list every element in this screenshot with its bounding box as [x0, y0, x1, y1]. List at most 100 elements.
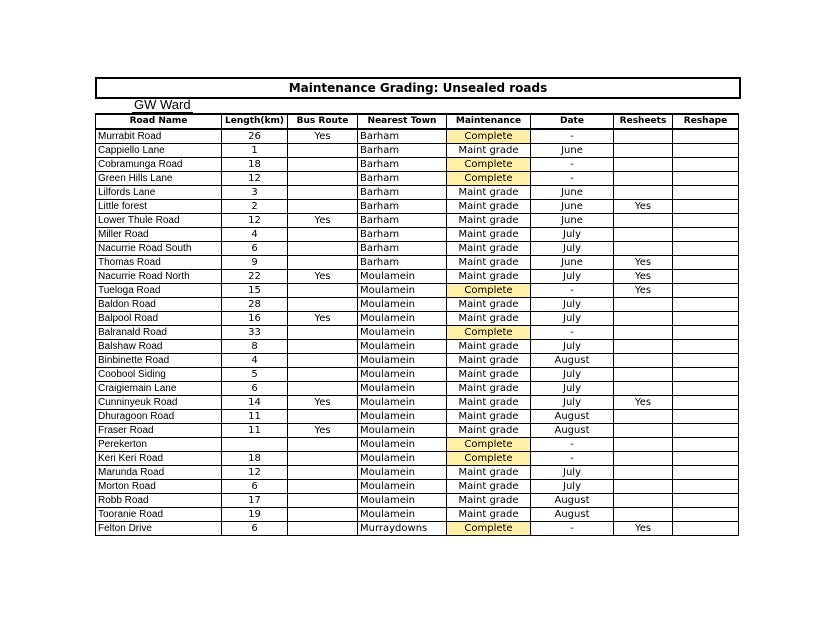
cell-road-name: Murrabit Road [95, 128, 222, 144]
table-body: Murrabit Road 26 Yes Barham Complete - Cappiel… [95, 128, 739, 536]
cell-reshape [672, 311, 739, 326]
cell-nearest-town: Moulamein [357, 423, 447, 438]
cell-nearest-town: Moulamein [357, 367, 447, 382]
cell-maintenance: Maint grade [446, 269, 531, 284]
cell-resheets [613, 213, 673, 228]
cell-reshape [672, 269, 739, 284]
cell-resheets [613, 353, 673, 368]
cell-maintenance: Maint grade [446, 311, 531, 326]
cell-bus-route [287, 353, 358, 368]
cell-bus-route: Yes [287, 128, 358, 144]
cell-nearest-town: Moulamein [357, 451, 447, 466]
cell-maintenance: Maint grade [446, 381, 531, 396]
cell-length: 11 [221, 409, 288, 424]
table-row: Balshaw Road 8 Moulamein Maint grade July [95, 339, 739, 354]
cell-date: July [530, 311, 614, 326]
cell-date: July [530, 241, 614, 256]
cell-maintenance: Complete [446, 451, 531, 466]
cell-length: 8 [221, 339, 288, 354]
cell-date: July [530, 339, 614, 354]
cell-bus-route [287, 521, 358, 536]
cell-road-name: Lilfords Lane [95, 185, 222, 200]
table-row: Craigiemain Lane 6 Moulamein Maint grade Jul… [95, 381, 739, 396]
cell-bus-route [287, 493, 358, 508]
cell-reshape [672, 128, 739, 144]
cell-reshape [672, 241, 739, 256]
cell-resheets: Yes [613, 521, 673, 536]
cell-date: July [530, 465, 614, 480]
cell-road-name: Marunda Road [95, 465, 222, 480]
table-row: Baldon Road 28 Moulamein Maint grade July [95, 297, 739, 312]
cell-maintenance: Complete [446, 128, 531, 144]
cell-nearest-town: Barham [357, 241, 447, 256]
cell-nearest-town: Moulamein [357, 297, 447, 312]
cell-resheets [613, 381, 673, 396]
cell-bus-route [287, 157, 358, 172]
cell-road-name: Cunninyeuk Road [95, 395, 222, 410]
cell-resheets [613, 325, 673, 340]
cell-reshape [672, 283, 739, 298]
cell-length: 12 [221, 171, 288, 186]
table-row: Murrabit Road 26 Yes Barham Complete - [95, 128, 739, 144]
cell-length: 12 [221, 465, 288, 480]
cell-date: June [530, 143, 614, 158]
cell-road-name: Thomas Road [95, 255, 222, 270]
cell-resheets: Yes [613, 199, 673, 214]
table-row: Little forest 2 Barham Maint grade June Yes [95, 199, 739, 214]
cell-length: 26 [221, 128, 288, 144]
sheet-title: Maintenance Grading: Unsealed roads [95, 77, 741, 99]
cell-road-name: Felton Drive [95, 521, 222, 536]
cell-road-name: Tooranie Road [95, 507, 222, 522]
cell-reshape [672, 451, 739, 466]
cell-road-name: Tueloga Road [95, 283, 222, 298]
cell-reshape [672, 381, 739, 396]
cell-nearest-town: Barham [357, 213, 447, 228]
cell-maintenance: Complete [446, 521, 531, 536]
cell-resheets [613, 227, 673, 242]
cell-bus-route [287, 339, 358, 354]
cell-road-name: Cappiello Lane [95, 143, 222, 158]
cell-maintenance: Maint grade [446, 143, 531, 158]
cell-date: - [530, 283, 614, 298]
cell-road-name: Keri Keri Road [95, 451, 222, 466]
table-row: Balpool Road 16 Yes Moulamein Maint grade Jul… [95, 311, 739, 326]
table-row: Cunninyeuk Road 14 Yes Moulamein Maint grade… [95, 395, 739, 410]
column-header-nearest-town: Nearest Town [357, 113, 447, 130]
table-row: Tueloga Road 15 Moulamein Complete - Yes [95, 283, 739, 298]
cell-bus-route [287, 507, 358, 522]
cell-nearest-town: Moulamein [357, 311, 447, 326]
table-row: Keri Keri Road 18 Moulamein Complete - [95, 451, 739, 466]
cell-nearest-town: Barham [357, 199, 447, 214]
column-header-length: Length(km) [221, 113, 288, 130]
cell-road-name: Dhuragoon Road [95, 409, 222, 424]
cell-resheets [613, 479, 673, 494]
cell-reshape [672, 423, 739, 438]
cell-road-name: Cobramunga Road [95, 157, 222, 172]
cell-date: - [530, 157, 614, 172]
cell-reshape [672, 255, 739, 270]
table-row: Cobramunga Road 18 Barham Complete - [95, 157, 739, 172]
cell-reshape [672, 409, 739, 424]
cell-date: July [530, 297, 614, 312]
cell-nearest-town: Barham [357, 128, 447, 144]
cell-reshape [672, 325, 739, 340]
cell-resheets [613, 128, 673, 144]
cell-nearest-town: Barham [357, 171, 447, 186]
cell-bus-route [287, 283, 358, 298]
cell-bus-route: Yes [287, 213, 358, 228]
cell-resheets: Yes [613, 269, 673, 284]
cell-date: - [530, 451, 614, 466]
cell-date: July [530, 269, 614, 284]
table-header: Road Name Length(km) Bus Route Nearest Town… [95, 113, 739, 130]
table-row: Cappiello Lane 1 Barham Maint grade June [95, 143, 739, 158]
cell-bus-route [287, 381, 358, 396]
cell-date: August [530, 507, 614, 522]
cell-bus-route [287, 325, 358, 340]
cell-maintenance: Maint grade [446, 409, 531, 424]
cell-date: - [530, 171, 614, 186]
cell-bus-route [287, 143, 358, 158]
table-row: Binbinette Road 4 Moulamein Maint grade Augu… [95, 353, 739, 368]
table-row: Balranald Road 33 Moulamein Complete - [95, 325, 739, 340]
cell-reshape [672, 353, 739, 368]
cell-reshape [672, 171, 739, 186]
